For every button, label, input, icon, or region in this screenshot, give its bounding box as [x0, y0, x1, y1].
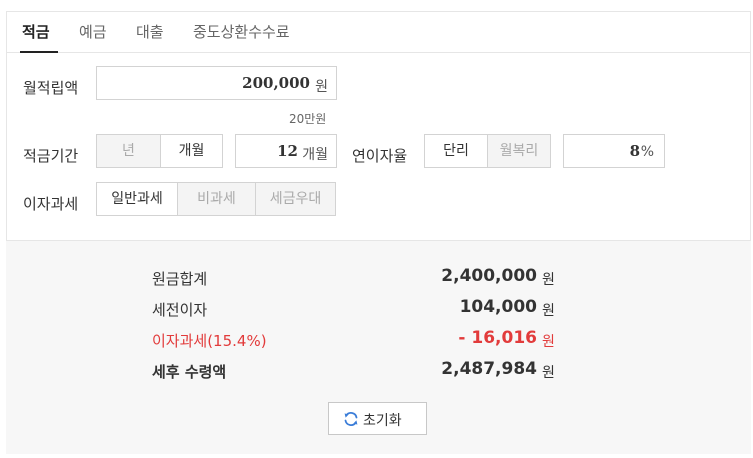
pretax-interest-unit: 원	[542, 303, 555, 319]
period-label: 적금기간	[23, 147, 79, 165]
monthly-deposit-hint: 20만원	[289, 112, 327, 126]
monthly-deposit-label: 월적립액	[23, 79, 79, 97]
monthly-deposit-unit: 원	[315, 79, 328, 95]
interest-tax-unit: 원	[542, 334, 555, 350]
rate-option-simple[interactable]: 단리	[424, 134, 488, 168]
tab-loan[interactable]: 대출	[136, 21, 164, 42]
monthly-deposit-value: 200,000	[242, 74, 310, 92]
active-tab-indicator	[20, 51, 58, 53]
monthly-deposit-input[interactable]: 200,000 원	[96, 66, 337, 100]
after-tax-amount-unit: 원	[542, 365, 555, 381]
rate-option-monthly-compound[interactable]: 월복리	[487, 134, 551, 168]
tax-label: 이자과세	[23, 195, 79, 213]
reset-button[interactable]: 초기화	[328, 402, 427, 435]
tab-savings[interactable]: 적금	[22, 21, 50, 42]
pretax-interest-value: 104,000	[459, 297, 537, 317]
period-value: 12	[277, 142, 298, 160]
rate-input[interactable]: 8 %	[563, 134, 665, 168]
tab-prepayment-fee[interactable]: 중도상환수수료	[193, 21, 290, 42]
pretax-interest-label: 세전이자	[152, 301, 208, 319]
period-option-year[interactable]: 년	[96, 134, 161, 168]
calculator-tabs: 적금 예금 대출 중도상환수수료	[6, 11, 751, 53]
principal-total-label: 원금합계	[152, 270, 208, 288]
period-input[interactable]: 12 개월	[235, 134, 337, 168]
rate-value: 8	[629, 142, 640, 160]
tax-option-preferential[interactable]: 세금우대	[255, 182, 336, 216]
tab-deposit[interactable]: 예금	[79, 21, 107, 42]
rate-label: 연이자율	[352, 147, 408, 165]
after-tax-amount-value: 2,487,984	[441, 359, 537, 379]
reset-button-label: 초기화	[363, 413, 402, 429]
period-unit: 개월	[302, 147, 328, 163]
principal-total-value: 2,400,000	[441, 266, 537, 286]
after-tax-amount-label: 세후 수령액	[152, 363, 227, 381]
tax-option-exempt[interactable]: 비과세	[177, 182, 256, 216]
principal-total-unit: 원	[542, 272, 555, 288]
rate-unit: %	[640, 144, 654, 160]
tax-option-general[interactable]: 일반과세	[96, 182, 178, 216]
refresh-icon	[343, 411, 359, 427]
period-option-month[interactable]: 개월	[160, 134, 223, 168]
interest-tax-value: - 16,016	[458, 328, 537, 348]
interest-tax-label: 이자과세(15.4%)	[152, 332, 267, 350]
